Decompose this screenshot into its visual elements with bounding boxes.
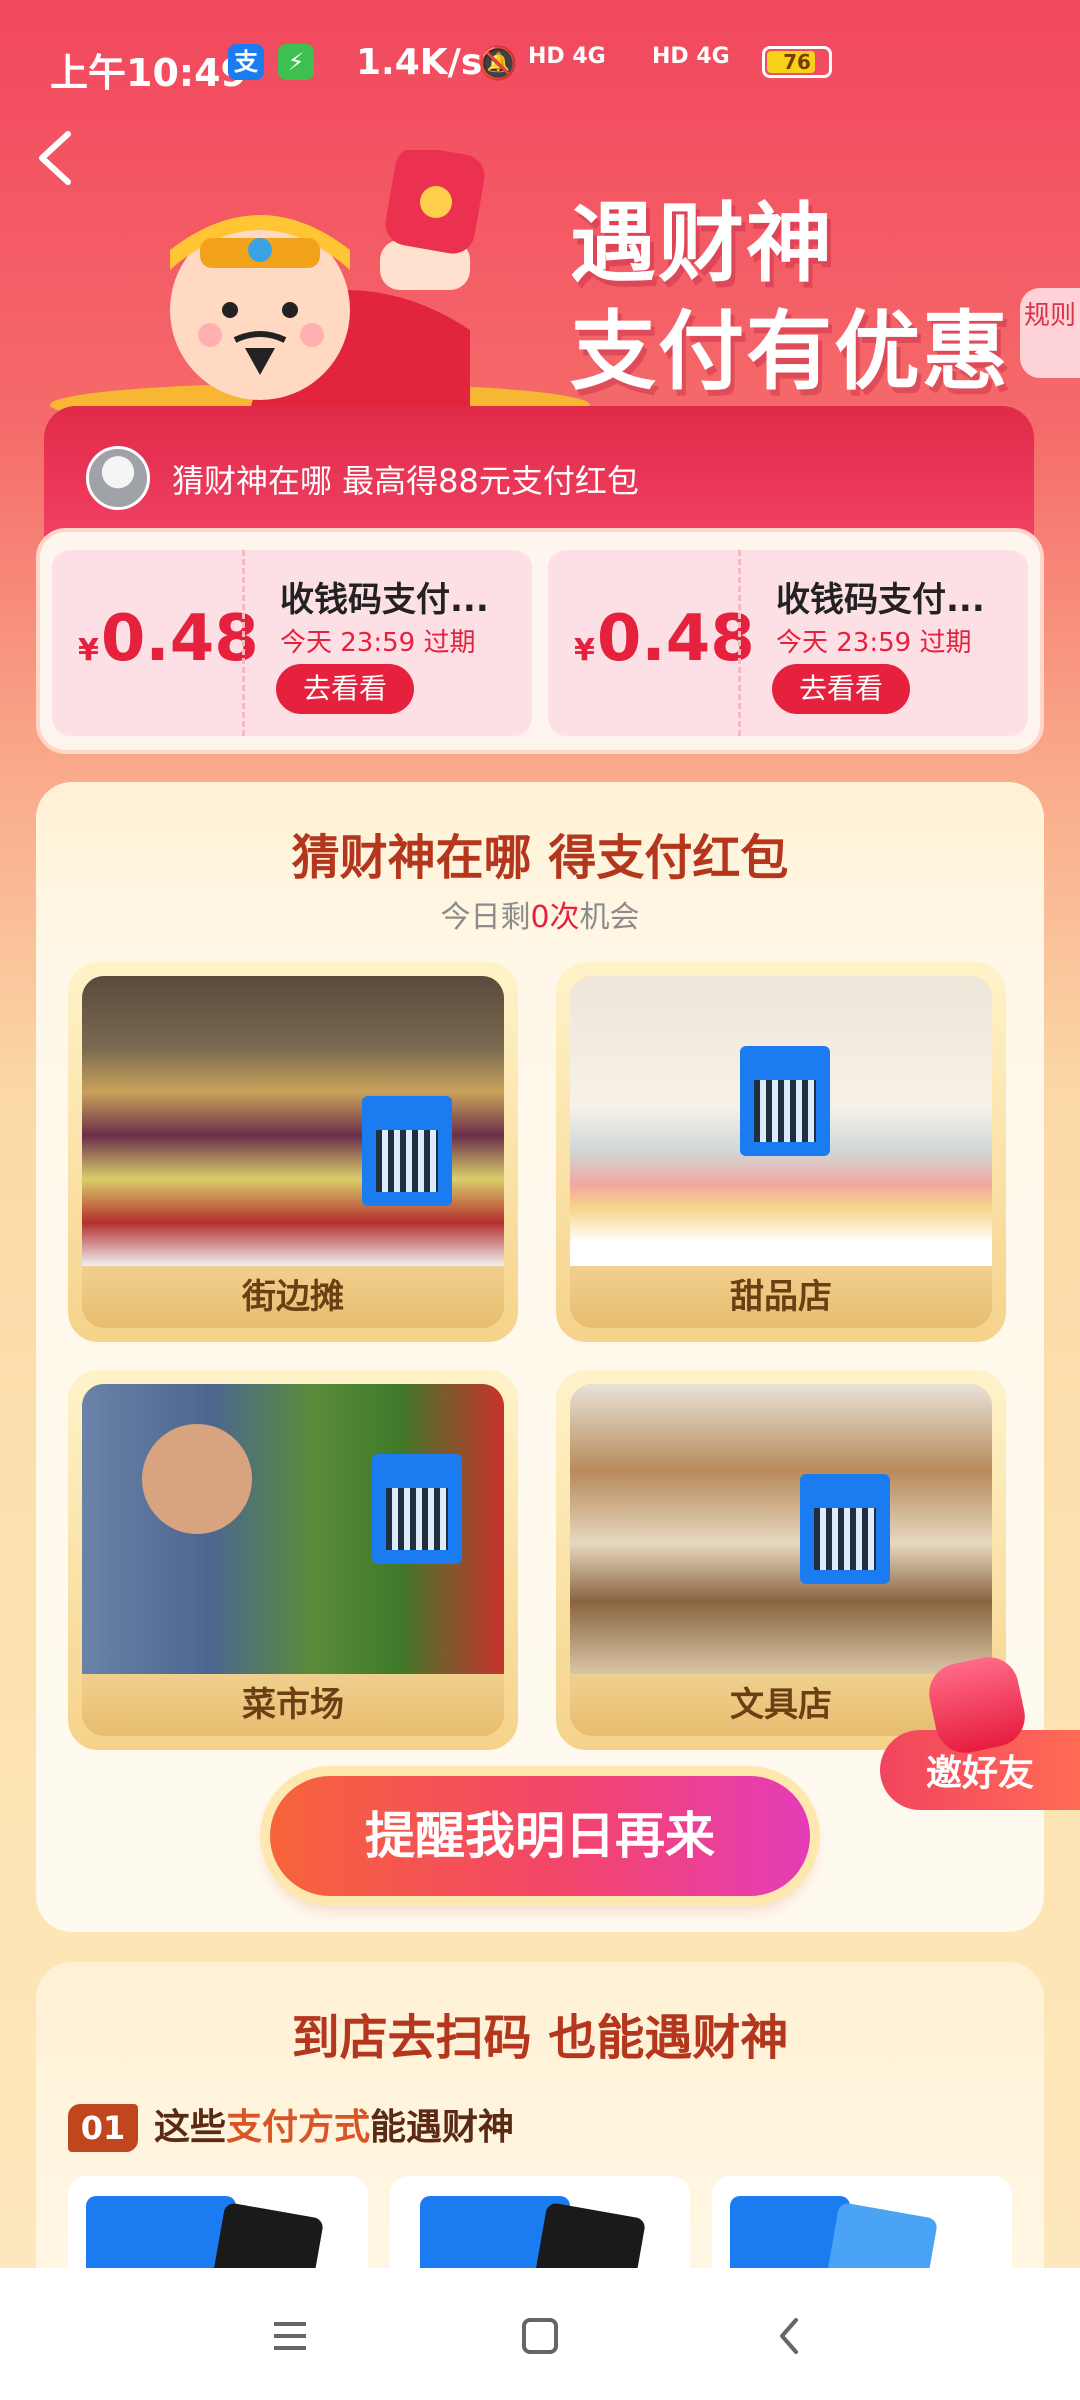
coupon-divider [242,550,245,736]
section-title: 猜财神在哪 得支付红包 [291,830,789,886]
tile-vegetable-market[interactable]: 菜市场 [68,1370,518,1750]
system-nav-bar [0,2268,1080,2400]
tile-street-stall[interactable]: 街边摊 [68,962,518,1342]
banner-text: 猜财神在哪 最高得88元支付红包 [172,462,639,500]
view-coupon-button[interactable]: 去看看 [772,664,910,714]
signal-icon-1: HD 4G [528,44,606,69]
avatar [86,446,150,510]
charging-notification-icon: ⚡ [278,44,314,80]
chance-count: 0次 [530,900,580,935]
network-speed: 1.4K/s [356,42,483,83]
rules-label: 规则 [1023,301,1076,331]
status-time: 上午10:49 [50,51,247,95]
signal-icon-2: HD 4G [652,44,730,69]
view-coupon-button[interactable]: 去看看 [276,664,414,714]
payment-method-card[interactable] [390,2176,690,2276]
coupon-amount: ¥0.48 [78,602,259,676]
coupon-expiry: 今天 23:59 过期 [776,628,972,658]
page-title: 遇财神 支付有优惠 [570,190,1010,406]
menu-icon[interactable] [260,2306,320,2366]
remaining-chances: 今日剩0次机会 [440,900,640,935]
title-line-2: 支付有优惠 [570,302,1010,402]
step-heading: 这些支付方式能遇财神 [154,2107,515,2148]
tile-label: 菜市场 [82,1674,504,1736]
coupon-expiry: 今天 23:59 过期 [280,628,476,658]
god-of-wealth-mascot [50,150,590,420]
home-icon[interactable] [510,2306,570,2366]
coupon-card[interactable]: ¥0.48 收钱码支付... 今天 23:59 过期 去看看 [548,550,1028,736]
mute-icon: 🔕 [478,44,518,82]
coupon-amount: ¥0.48 [574,602,755,676]
invite-label: 邀好友 [925,1753,1034,1794]
rules-tab[interactable]: 规则 [1020,288,1080,378]
battery-level: 76 [783,50,811,74]
battery-icon: 76 [762,46,832,78]
vegetable-market-photo [82,1384,504,1674]
coupon-divider [738,550,741,736]
alipay-notification-icon: 支 [228,44,264,80]
coupon-title: 收钱码支付... [280,580,489,620]
street-stall-photo [82,976,504,1266]
coupon-card[interactable]: ¥0.48 收钱码支付... 今天 23:59 过期 去看看 [52,550,532,736]
payment-method-card[interactable] [68,2176,368,2276]
step-number: 01 [68,2104,138,2152]
coupon-title: 收钱码支付... [776,580,985,620]
stationery-shop-photo [570,1384,992,1674]
section-title-2: 到店去扫码 也能遇财神 [291,2010,789,2066]
title-line-1: 遇财神 [570,194,834,294]
status-bar: 上午10:49 支 ⚡ 1.4K/s 🔕 HD 4G HD 4G 76 [0,0,1080,120]
tile-dessert-shop[interactable]: 甜品店 [556,962,1006,1342]
dessert-shop-photo [570,976,992,1266]
back-icon[interactable] [760,2306,820,2366]
remind-tomorrow-button[interactable]: 提醒我明日再来 [270,1776,810,1896]
invite-friends-button[interactable]: 邀好友 [880,1651,1080,1810]
tile-label: 街边摊 [82,1266,504,1328]
payment-method-card[interactable] [712,2176,1012,2276]
tile-label: 甜品店 [570,1266,992,1328]
